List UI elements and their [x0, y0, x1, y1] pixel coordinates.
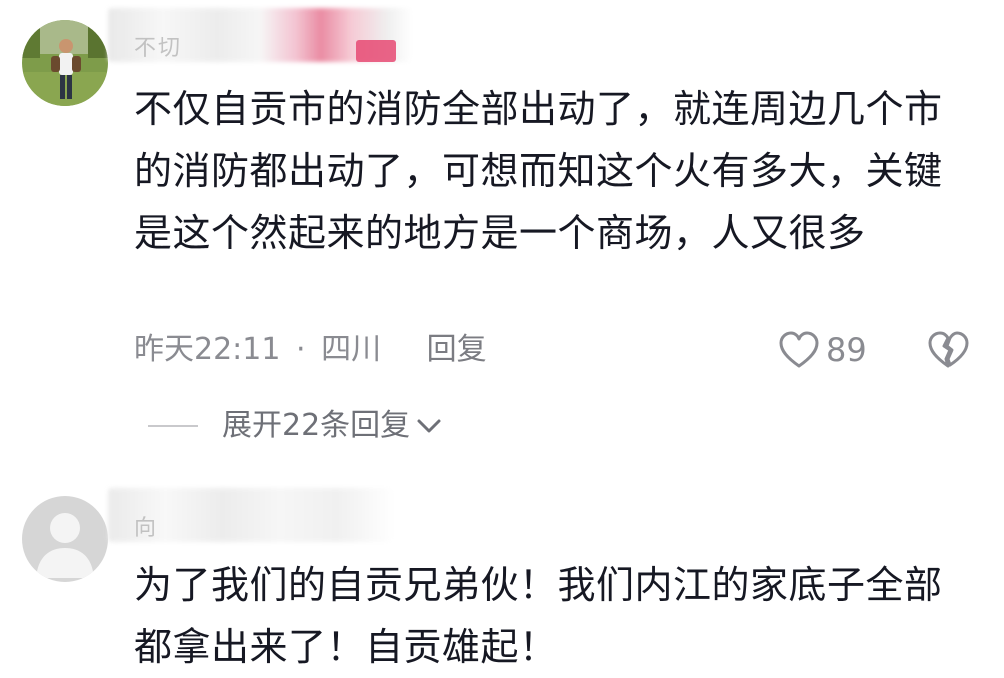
like-button[interactable]: 89 [778, 330, 867, 370]
comment-item: 不切 不仅自贡市的消防全部出动了，就连周边几个市的消防都出动了，可想而知这个火有… [0, 0, 1004, 460]
comment-location: 四川 [321, 332, 382, 367]
comment-time: 昨天22:11 [134, 332, 281, 367]
comment-text: 不仅自贡市的消防全部出动了，就连周边几个市的消防都出动了，可想而知这个火有多大，… [134, 87, 943, 255]
meta-separator: · [296, 332, 306, 367]
heart-outline-icon [779, 331, 819, 368]
like-count: 89 [826, 331, 867, 369]
user-avatar[interactable] [22, 20, 108, 106]
username[interactable]: 不切 [134, 38, 182, 60]
chevron-down-icon [417, 419, 441, 433]
default-avatar-icon [22, 496, 108, 582]
avatar-photo [22, 20, 108, 106]
username[interactable]: 向 [134, 518, 158, 540]
dislike-button[interactable] [926, 331, 970, 373]
broken-heart-icon [928, 331, 969, 368]
comment-meta: 昨天22:11 · 四川 回复 [134, 330, 487, 370]
comment-item: 向 为了我们的自贡兄弟伙！我们内江的家底子全部都拿出来了！自贡雄起！ [0, 460, 1004, 670]
comment-text: 为了我们的自贡兄弟伙！我们内江的家底子全部都拿出来了！自贡雄起！ [134, 563, 943, 669]
author-badge [356, 40, 396, 62]
reply-button[interactable]: 回复 [427, 332, 487, 367]
expand-replies-button[interactable]: 展开22条回复 [148, 406, 442, 446]
expand-replies-label: 展开22条回复 [222, 408, 411, 443]
expand-divider [148, 425, 198, 427]
user-avatar[interactable] [22, 496, 108, 582]
